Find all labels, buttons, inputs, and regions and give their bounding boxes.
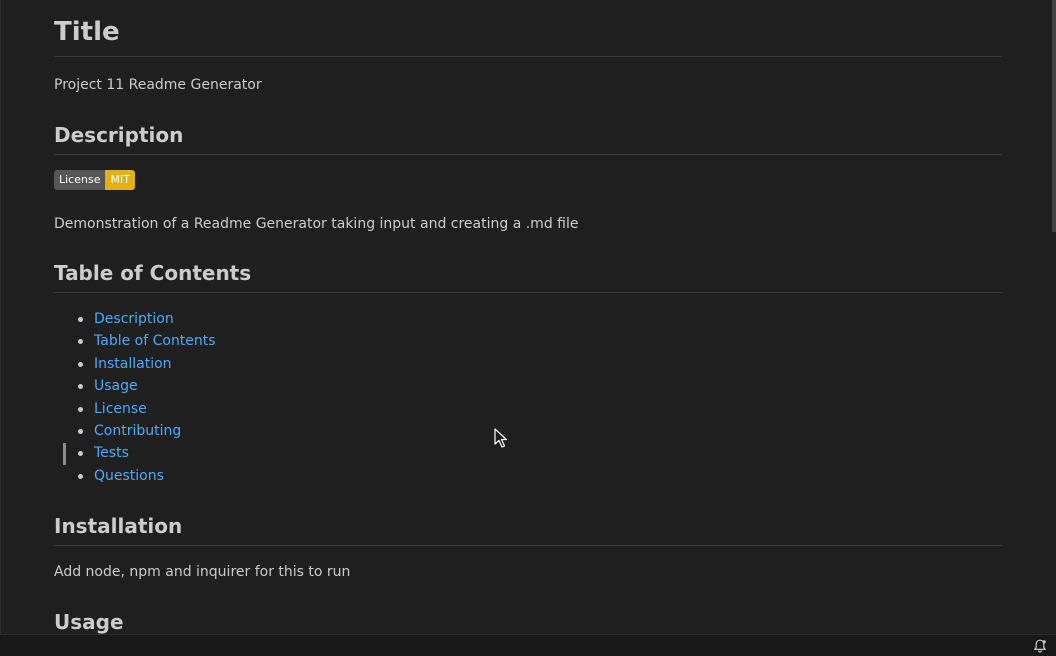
installation-heading: Installation <box>54 513 1002 546</box>
usage-heading: Usage <box>54 609 1002 634</box>
toc-list: Description Table of Contents Installati… <box>54 308 454 487</box>
list-item: Installation <box>54 353 454 375</box>
toc-link-description[interactable]: Description <box>94 311 174 327</box>
toc-link-installation[interactable]: Installation <box>94 356 172 372</box>
badge-label: License <box>54 170 106 190</box>
list-item: Table of Contents <box>54 330 454 352</box>
active-line-indicator <box>63 443 66 465</box>
toc-heading: Table of Contents <box>54 260 1002 293</box>
badge-value: MIT <box>105 170 135 190</box>
markdown-preview: Title Project 11 Readme Generator Descri… <box>0 0 1056 634</box>
list-item: Description <box>54 308 454 330</box>
mouse-cursor-icon <box>494 428 508 448</box>
title-heading: Title <box>54 0 1002 57</box>
vertical-scrollbar[interactable] <box>1052 0 1056 232</box>
toc-link-contributing[interactable]: Contributing <box>94 423 181 439</box>
list-item: License <box>54 398 454 420</box>
description-text: Demonstration of a Readme Generator taki… <box>54 216 579 232</box>
toc-link-questions[interactable]: Questions <box>94 468 164 484</box>
list-item: Tests <box>54 442 454 464</box>
license-badge[interactable]: License MIT <box>54 170 135 190</box>
bell-icon[interactable] <box>1032 638 1048 654</box>
toc-link-usage[interactable]: Usage <box>94 378 138 394</box>
list-item: Questions <box>54 465 454 487</box>
status-bar <box>0 634 1056 656</box>
toc-link-tests[interactable]: Tests <box>94 445 129 461</box>
title-text: Project 11 Readme Generator <box>54 77 262 93</box>
toc-link-table-of-contents[interactable]: Table of Contents <box>94 333 216 349</box>
toc-link-license[interactable]: License <box>94 401 147 417</box>
list-item: Usage <box>54 375 454 397</box>
list-item: Contributing <box>54 420 454 442</box>
description-heading: Description <box>54 122 1002 155</box>
installation-text: Add node, npm and inquirer for this to r… <box>54 564 351 580</box>
